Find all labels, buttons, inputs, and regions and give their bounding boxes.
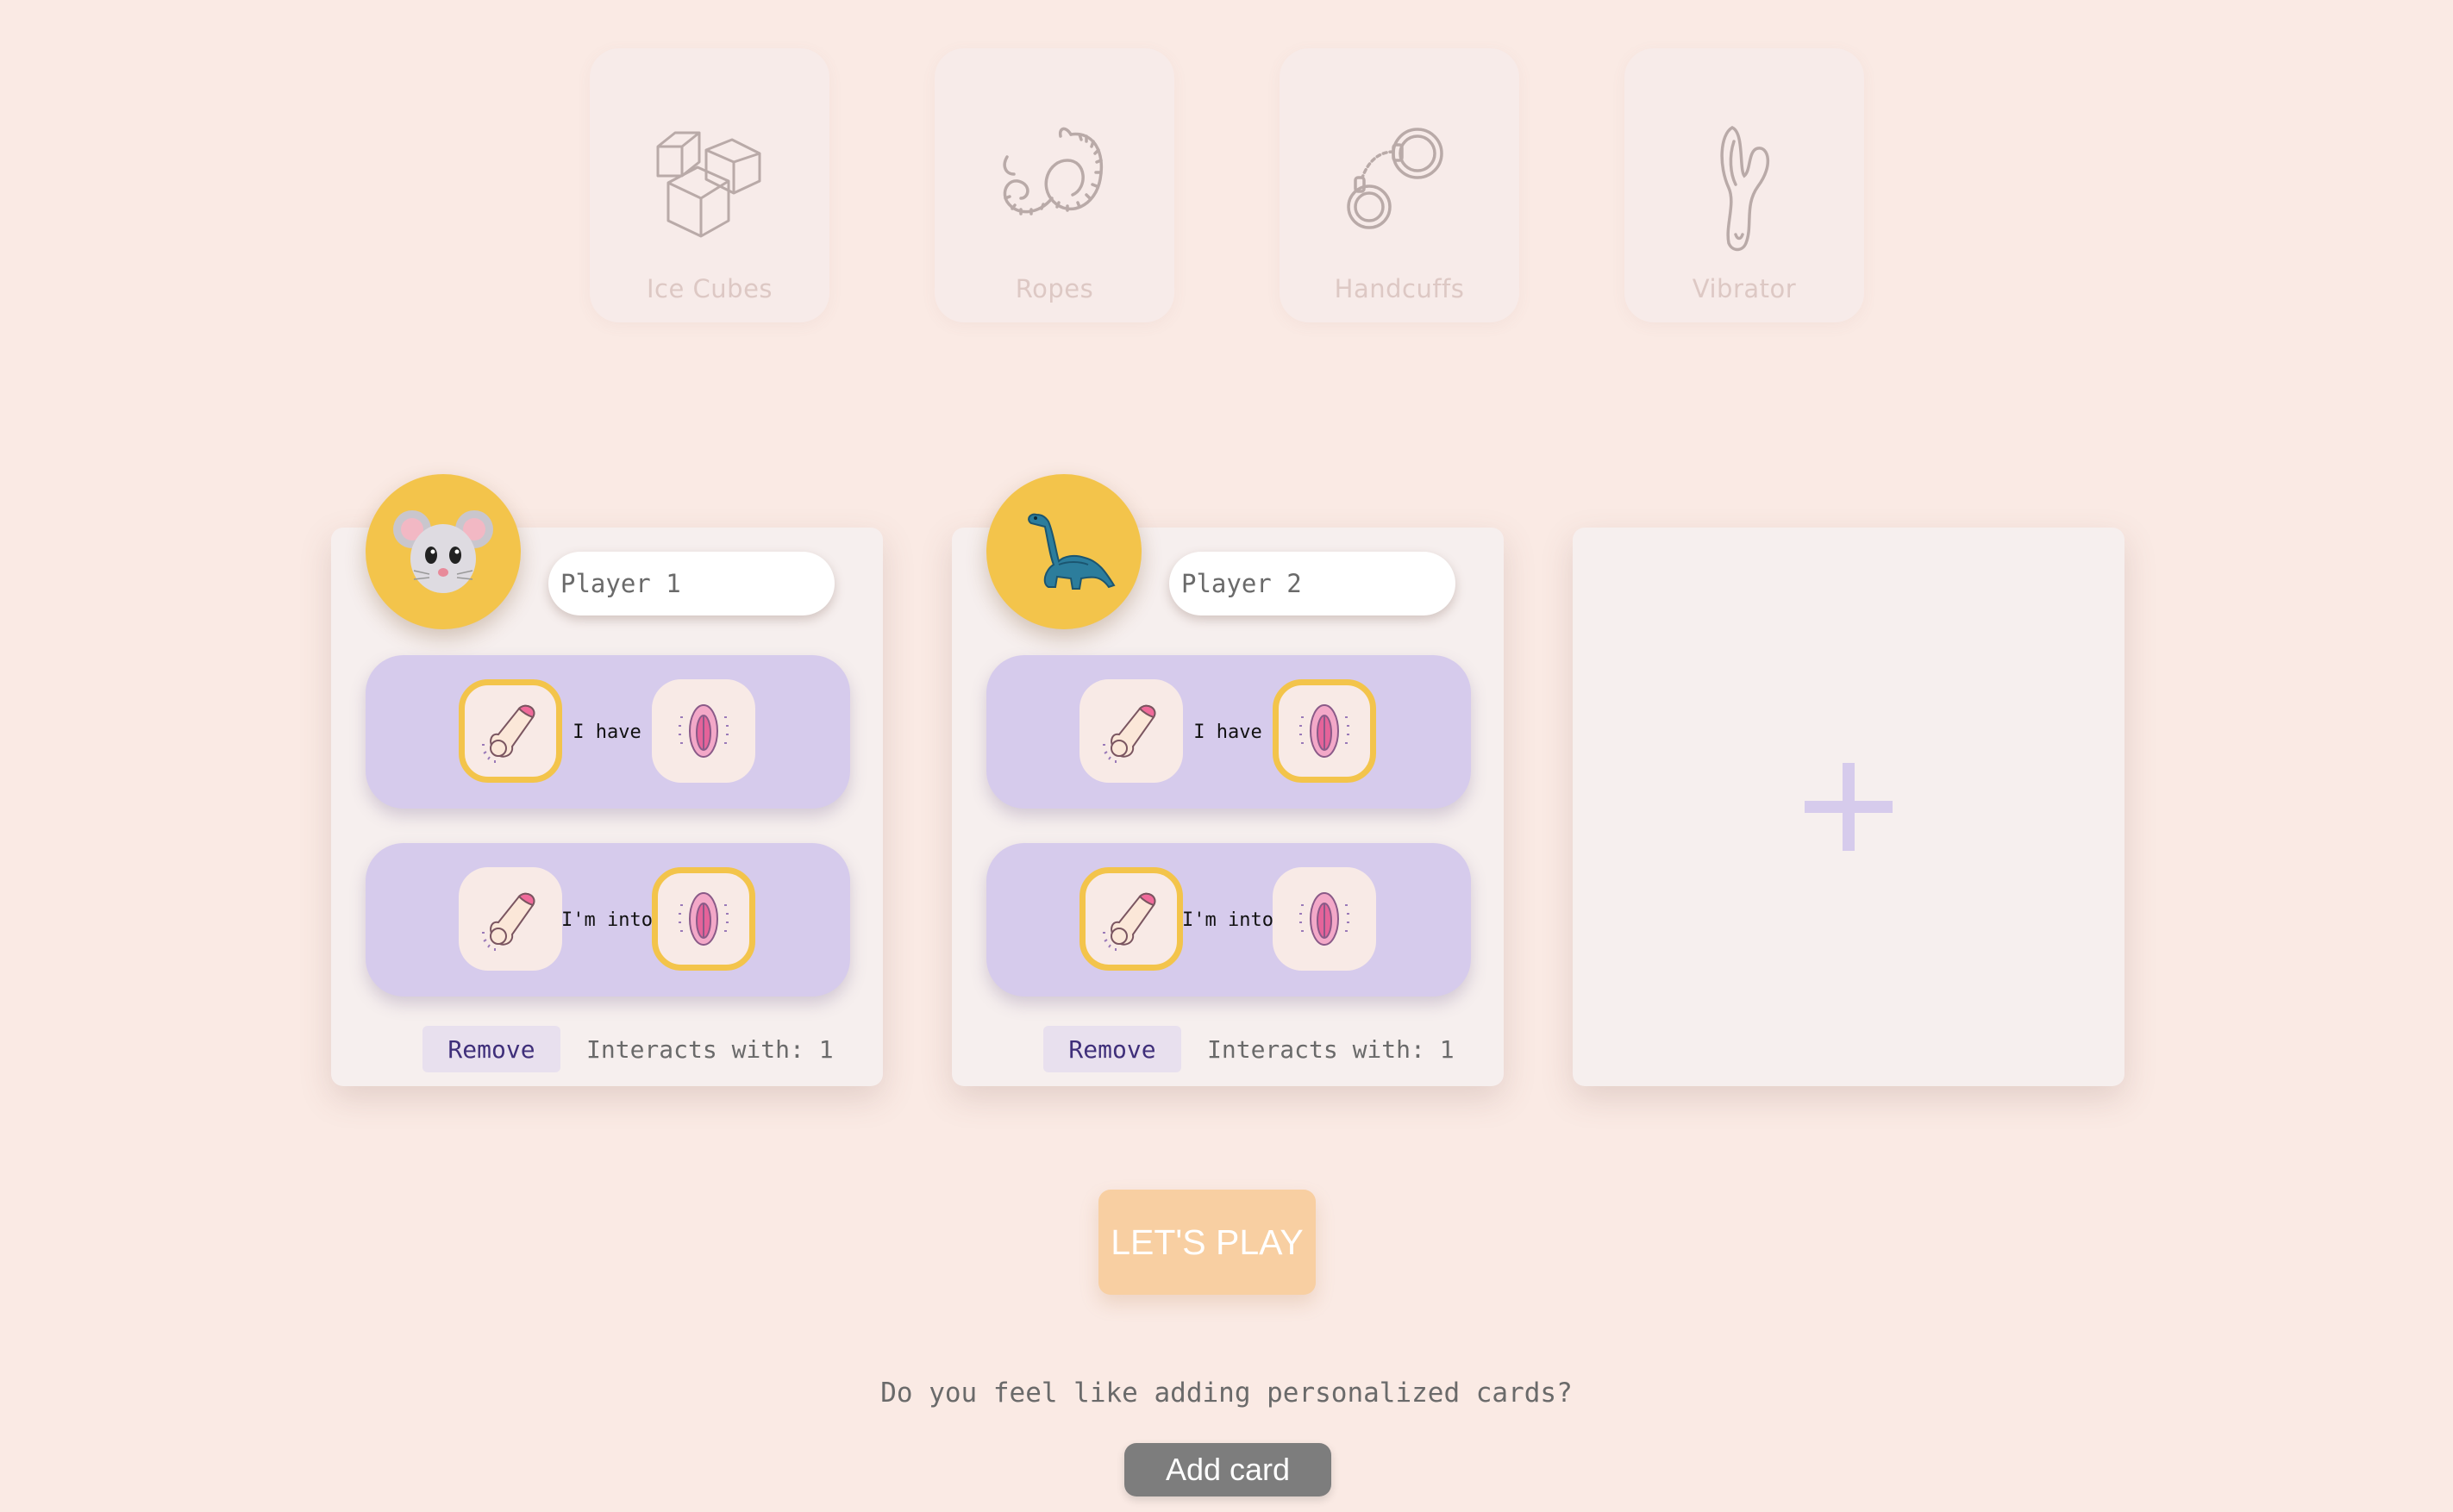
into-row: I'm into bbox=[986, 843, 1471, 997]
toy-label: Ropes bbox=[1015, 274, 1094, 303]
into-penis-option[interactable] bbox=[459, 867, 562, 971]
into-vulva-option[interactable] bbox=[652, 867, 755, 971]
into-label: I'm into bbox=[1182, 909, 1273, 931]
penis-icon bbox=[482, 892, 535, 951]
toys-selector: Ice Cubes Ropes Handcuffs Vibrator bbox=[0, 0, 2453, 362]
add-card-button[interactable]: Add card bbox=[1124, 1443, 1331, 1496]
toy-card-vibrator[interactable]: Vibrator bbox=[1624, 48, 1864, 322]
penis-icon bbox=[1103, 704, 1156, 763]
player-card-1: I have I'm into bbox=[331, 474, 883, 1086]
vulva-icon bbox=[1299, 892, 1349, 946]
player-avatar[interactable] bbox=[986, 474, 1142, 629]
into-penis-option[interactable] bbox=[1079, 867, 1183, 971]
custom-cards-question: Do you feel like adding personalized car… bbox=[880, 1378, 1573, 1409]
mouse-face-icon bbox=[393, 510, 493, 593]
plus-icon bbox=[1805, 763, 1893, 851]
have-vulva-option[interactable] bbox=[652, 679, 755, 783]
into-row: I'm into bbox=[366, 843, 850, 997]
into-vulva-option[interactable] bbox=[1273, 867, 1376, 971]
toy-label: Vibrator bbox=[1692, 274, 1797, 303]
player-avatar[interactable] bbox=[366, 474, 521, 629]
toy-card-handcuffs[interactable]: Handcuffs bbox=[1280, 48, 1519, 322]
penis-icon bbox=[1103, 892, 1156, 951]
player-name-input[interactable] bbox=[548, 552, 835, 615]
interacts-count: Interacts with: 1 bbox=[586, 1034, 834, 1064]
have-penis-option[interactable] bbox=[1079, 679, 1183, 783]
player-name-input[interactable] bbox=[1169, 552, 1455, 615]
vibrator-icon bbox=[1720, 126, 1770, 252]
handcuffs-icon bbox=[1347, 128, 1443, 229]
add-player-card[interactable] bbox=[1573, 528, 2124, 1086]
penis-icon bbox=[482, 704, 535, 763]
have-label: I have bbox=[1193, 721, 1262, 743]
have-row: I have bbox=[986, 655, 1471, 809]
into-label: I'm into bbox=[561, 909, 653, 931]
player-card-2: I have I'm into bbox=[952, 474, 1504, 1086]
toy-label: Handcuffs bbox=[1334, 274, 1465, 303]
toy-card-ropes[interactable]: Ropes bbox=[935, 48, 1174, 322]
toy-card-ice-cubes[interactable]: Ice Cubes bbox=[590, 48, 829, 322]
toy-label: Ice Cubes bbox=[646, 274, 773, 303]
remove-player-button[interactable]: Remove bbox=[1043, 1026, 1181, 1072]
lets-play-button[interactable]: LET'S PLAY bbox=[1098, 1190, 1316, 1295]
have-vulva-option[interactable] bbox=[1273, 679, 1376, 783]
vulva-icon bbox=[1299, 704, 1349, 758]
vulva-icon bbox=[679, 704, 729, 758]
interacts-count: Interacts with: 1 bbox=[1207, 1034, 1455, 1064]
ice-cubes-icon bbox=[656, 131, 761, 238]
rope-icon bbox=[1003, 127, 1104, 216]
have-row: I have bbox=[366, 655, 850, 809]
have-label: I have bbox=[573, 721, 641, 743]
remove-player-button[interactable]: Remove bbox=[422, 1026, 560, 1072]
sauropod-icon bbox=[1028, 513, 1116, 590]
have-penis-option[interactable] bbox=[459, 679, 562, 783]
vulva-icon bbox=[679, 892, 729, 946]
